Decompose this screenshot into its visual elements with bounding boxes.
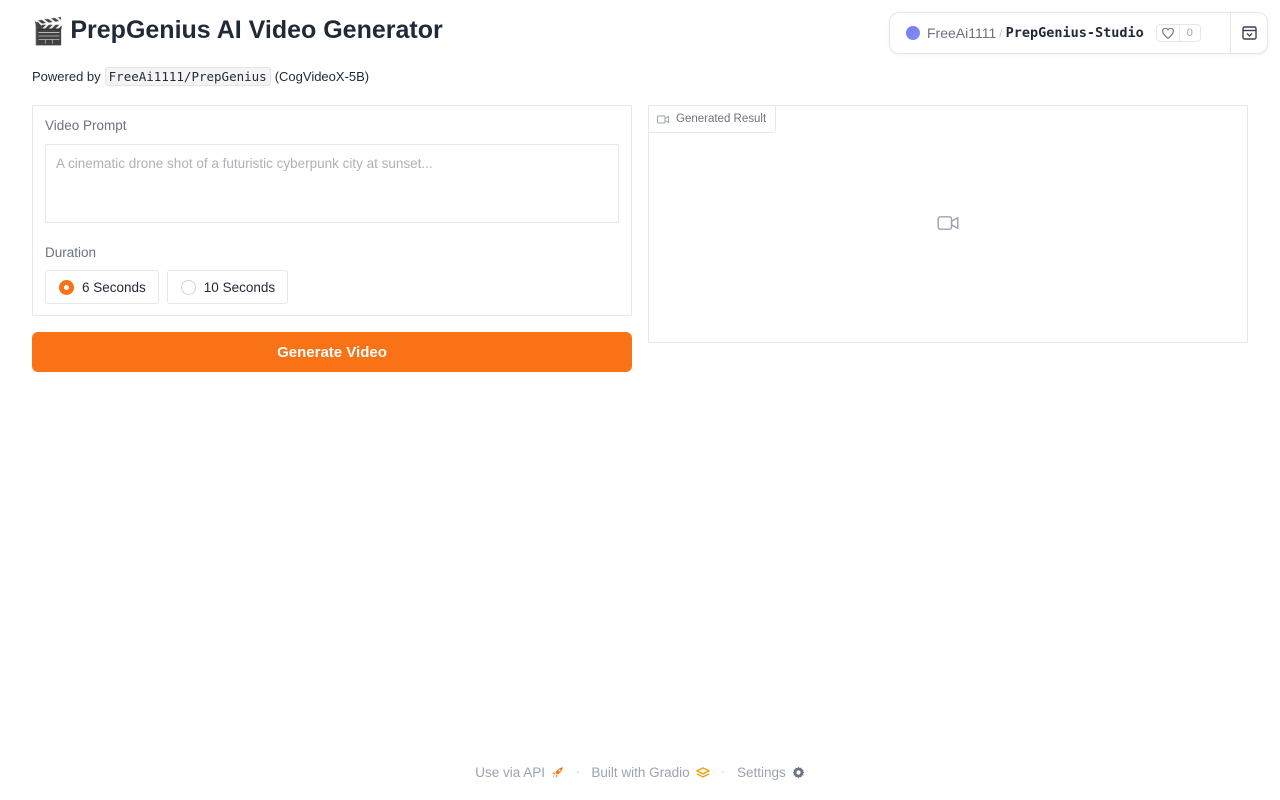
rocket-icon — [552, 767, 563, 778]
collapse-icon — [1241, 26, 1257, 40]
video-camera-icon — [937, 216, 959, 230]
powered-prefix: Powered by — [32, 69, 101, 84]
gradio-label: Built with Gradio — [591, 765, 690, 780]
api-label: Use via API — [475, 765, 545, 780]
built-with-gradio-link[interactable]: Built with Gradio — [591, 765, 710, 780]
result-label: Generated Result — [676, 113, 767, 125]
duration-option-label: 10 Seconds — [203, 279, 276, 295]
duration-option-10s[interactable]: 10 Seconds — [166, 270, 289, 304]
like-count: 0 — [1186, 27, 1193, 39]
radio-indicator — [180, 279, 196, 295]
duration-radio-group: 6 Seconds 10 Seconds — [45, 270, 289, 304]
input-panel: Video Prompt Duration 6 Seconds 10 Secon… — [32, 105, 632, 316]
duration-option-6s[interactable]: 6 Seconds — [45, 270, 159, 304]
page-title: 🎬 PrepGenius AI Video Generator — [32, 16, 443, 45]
duration-label: Duration — [45, 245, 97, 260]
powered-repo-code: FreeAi1111/PrepGenius — [104, 67, 271, 86]
like-button[interactable]: 0 — [1155, 24, 1201, 42]
footer-separator: · — [576, 767, 580, 778]
result-label-tag: Generated Result — [649, 106, 777, 133]
video-camera-icon — [657, 115, 669, 123]
page-title-text: PrepGenius AI Video Generator — [70, 16, 443, 44]
prompt-label: Video Prompt — [45, 118, 127, 133]
use-via-api-link[interactable]: Use via API — [475, 765, 564, 780]
settings-label: Settings — [736, 765, 786, 780]
settings-link[interactable]: Settings — [737, 765, 805, 780]
radio-indicator-checked — [59, 279, 74, 295]
footer: Use via API · Built with Gradio · Settin… — [0, 765, 1280, 780]
space-separator: / — [999, 26, 1003, 40]
prompt-textarea[interactable] — [45, 144, 619, 223]
heart-icon — [1157, 25, 1180, 41]
space-dot-icon — [906, 26, 920, 40]
powered-by-line: Powered by FreeAi1111/PrepGenius (CogVid… — [32, 67, 369, 86]
footer-separator: · — [721, 767, 725, 778]
powered-suffix: (CogVideoX-5B) — [274, 69, 370, 84]
generate-video-button[interactable]: Generate Video — [32, 332, 632, 372]
space-badge: FreeAi1111 / PrepGenius-Studio 0 — [889, 12, 1268, 54]
gradio-logo-icon — [695, 766, 710, 778]
duration-option-label: 6 Seconds — [82, 279, 146, 295]
space-owner-link[interactable]: FreeAi1111 — [927, 25, 996, 41]
result-panel: Generated Result — [648, 105, 1248, 343]
space-repo-link[interactable]: PrepGenius-Studio — [1006, 25, 1144, 41]
gear-icon — [792, 766, 805, 779]
clapperboard-icon: 🎬 — [32, 15, 65, 46]
collapse-button[interactable] — [1230, 13, 1268, 53]
